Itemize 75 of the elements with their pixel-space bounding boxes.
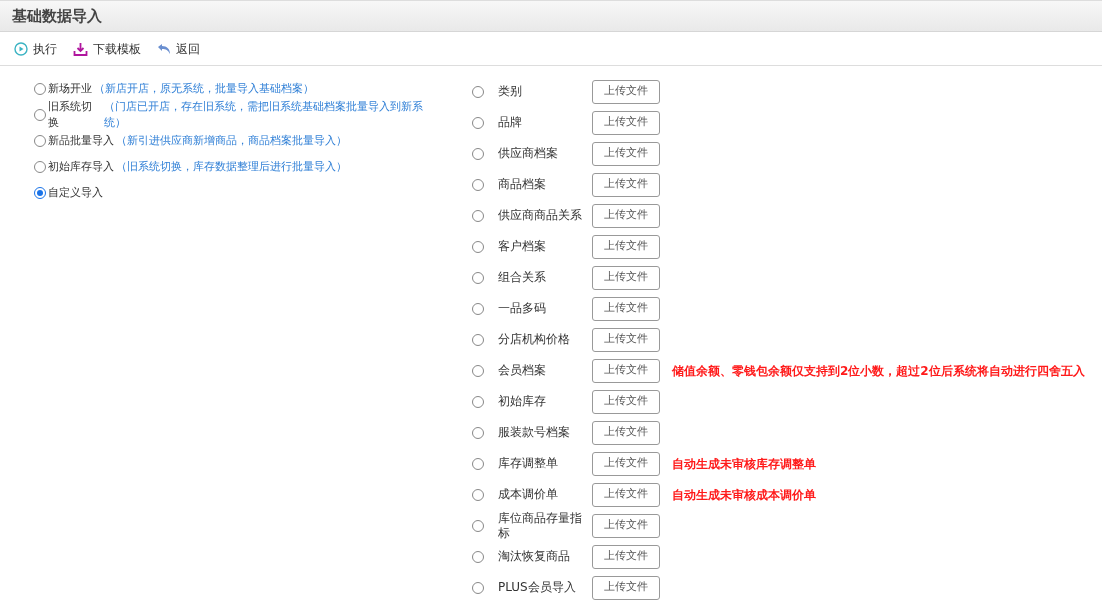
radio-button[interactable] (472, 581, 484, 594)
import-label: 一品多码 (497, 301, 547, 316)
import-label: 初始库存 (497, 394, 547, 409)
upload-file-button[interactable]: 上传文件 (592, 451, 660, 476)
play-icon (14, 41, 28, 56)
radio-button[interactable] (472, 302, 484, 315)
radio-button[interactable] (472, 147, 484, 160)
import-label: 商品档案 (497, 177, 547, 192)
import-label: 客户档案 (497, 239, 547, 254)
option-label: 旧系统切换 (48, 98, 93, 131)
import-label: 分店机构价格 (497, 332, 571, 347)
upload-file-button[interactable]: 上传文件 (592, 172, 660, 197)
upload-file-button[interactable]: 上传文件 (592, 389, 660, 414)
option-label: 新品批量导入 (48, 132, 114, 149)
radio-button[interactable] (34, 135, 46, 147)
radio-button[interactable] (472, 271, 484, 284)
upload-file-button[interactable]: 上传文件 (592, 327, 660, 352)
radio-button[interactable] (34, 83, 46, 95)
upload-file-button[interactable]: 上传文件 (592, 79, 660, 104)
import-label: 成本调价单 (497, 487, 559, 502)
import-label: 类别 (497, 84, 523, 99)
import-label: 供应商档案 (497, 146, 559, 161)
radio-button[interactable] (34, 161, 46, 173)
upload-file-button[interactable]: 上传文件 (592, 420, 660, 445)
upload-file-button[interactable]: 上传文件 (592, 203, 660, 228)
radio-button[interactable] (472, 488, 484, 501)
option-label: 新场开业 (48, 80, 92, 97)
radio-button[interactable] (34, 187, 46, 199)
radio-button[interactable] (472, 550, 484, 563)
option-label: 初始库存导入 (48, 158, 114, 175)
radio-button[interactable] (472, 333, 484, 346)
radio-button[interactable] (34, 109, 46, 121)
radio-button[interactable] (472, 426, 484, 439)
upload-file-button[interactable]: 上传文件 (592, 110, 660, 135)
upload-file-button[interactable]: 上传文件 (592, 296, 660, 321)
import-label: 供应商商品关系 (497, 208, 583, 223)
toolbar-button[interactable]: 执行 (14, 39, 57, 58)
warning-note: 储值余额、零钱包余额仅支持到2位小数，超过2位后系统将自动进行四舍五入 (672, 362, 1085, 380)
option-hint: （门店已开店，存在旧系统，需把旧系统基础档案批量导入到新系统） (103, 98, 424, 131)
radio-button[interactable] (472, 116, 484, 129)
radio-button[interactable] (472, 457, 484, 470)
import-label: 会员档案 (497, 363, 547, 378)
import-label: 组合关系 (497, 270, 547, 285)
upload-file-button[interactable]: 上传文件 (592, 544, 660, 569)
upload-file-button[interactable]: 上传文件 (592, 141, 660, 166)
import-label: 库位商品存量指标 (497, 510, 583, 541)
radio-button[interactable] (472, 240, 484, 253)
upload-file-button[interactable]: 上传文件 (592, 482, 660, 507)
option-hint: （新店开店，原无系统，批量导入基础档案） (94, 80, 314, 97)
radio-button[interactable] (472, 519, 484, 532)
radio-button[interactable] (472, 364, 484, 377)
import-label: 服装款号档案 (497, 425, 571, 440)
upload-file-button[interactable]: 上传文件 (592, 265, 660, 290)
import-label: 淘汰恢复商品 (497, 549, 571, 564)
download-icon (73, 41, 88, 56)
option-hint: （新引进供应商新增商品，商品档案批量导入） (116, 132, 347, 149)
warning-note: 自动生成未审核库存调整单 (672, 455, 816, 473)
upload-file-button[interactable]: 上传文件 (592, 575, 660, 600)
toolbar-button[interactable]: 返回 (157, 39, 200, 58)
import-label: PLUS会员导入 (497, 580, 577, 595)
import-label: 库存调整单 (497, 456, 559, 471)
radio-button[interactable] (472, 395, 484, 408)
option-hint: （旧系统切换，库存数据整理后进行批量导入） (116, 158, 347, 175)
upload-file-button[interactable]: 上传文件 (592, 513, 660, 538)
upload-file-button[interactable]: 上传文件 (592, 234, 660, 259)
radio-button[interactable] (472, 178, 484, 191)
toolbar-button[interactable]: 下载模板 (73, 39, 141, 58)
radio-button[interactable] (472, 85, 484, 98)
import-label: 品牌 (497, 115, 523, 130)
option-label: 自定义导入 (48, 184, 103, 201)
upload-file-button[interactable]: 上传文件 (592, 358, 660, 383)
radio-button[interactable] (472, 209, 484, 222)
back-arrow-icon (157, 42, 171, 55)
warning-note: 自动生成未审核成本调价单 (672, 486, 816, 504)
page-title: 基础数据导入 (12, 5, 102, 27)
